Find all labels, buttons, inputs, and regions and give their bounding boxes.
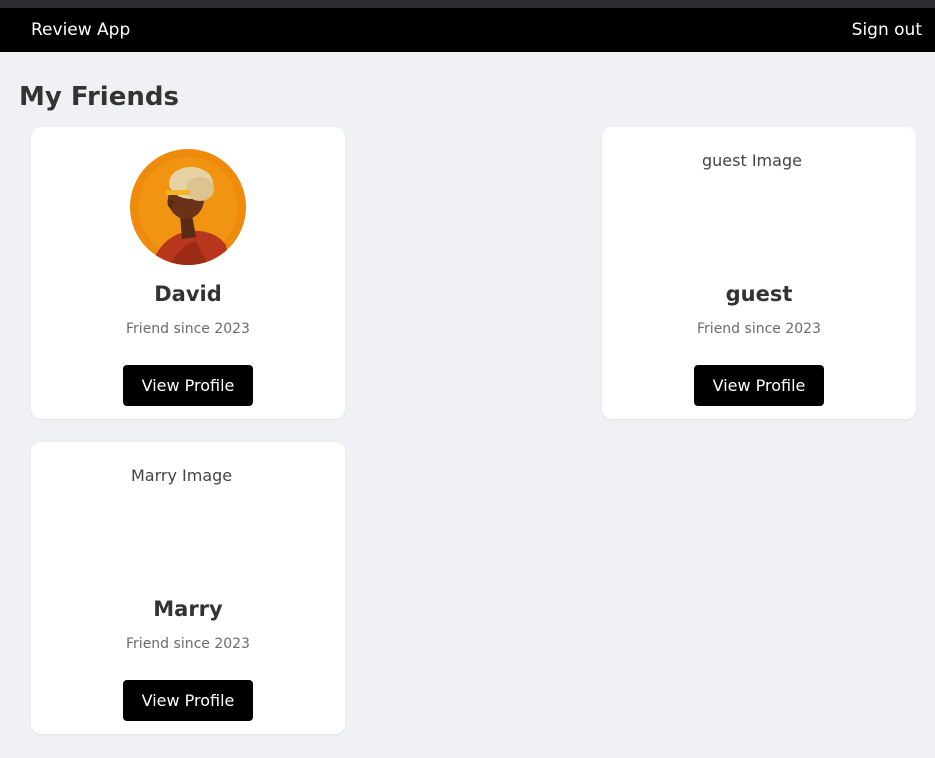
view-profile-button[interactable]: View Profile (123, 680, 253, 721)
friend-card: guest Image guest Friend since 2023 View… (602, 127, 916, 419)
navbar: Review App Sign out (0, 8, 935, 52)
view-profile-button[interactable]: View Profile (123, 365, 253, 406)
brand-link[interactable]: Review App (31, 19, 130, 41)
avatar-photo-image (130, 149, 246, 265)
friend-name: guest (725, 282, 793, 306)
page-title: My Friends (19, 82, 179, 112)
friend-name: Marry (153, 597, 223, 621)
friend-card: Marry Image Marry Friend since 2023 View… (31, 442, 345, 734)
friend-since: Friend since 2023 (697, 321, 821, 337)
broken-image-alt: Marry Image (131, 466, 233, 485)
broken-image-alt: guest Image (702, 151, 802, 170)
friend-name: David (154, 282, 222, 306)
friend-card: David Friend since 2023 View Profile (31, 127, 345, 419)
window-top-strip (0, 0, 935, 8)
sign-out-link[interactable]: Sign out (852, 19, 922, 41)
view-profile-button[interactable]: View Profile (694, 365, 824, 406)
friend-since: Friend since 2023 (126, 321, 250, 337)
avatar (130, 149, 246, 265)
friend-since: Friend since 2023 (126, 636, 250, 652)
